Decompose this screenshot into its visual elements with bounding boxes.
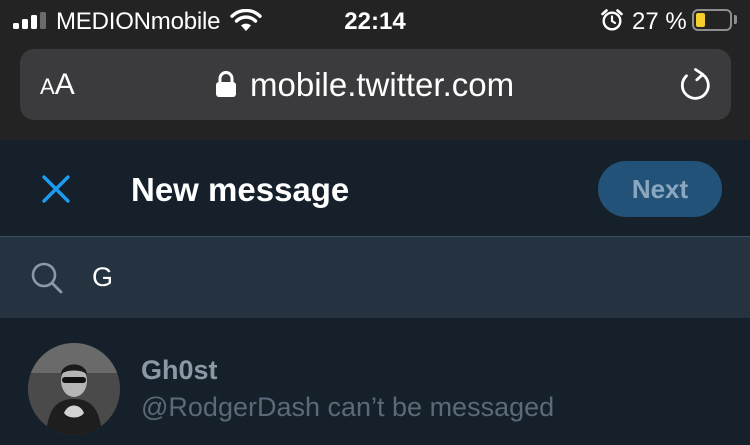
text-size-large-glyph: A: [54, 68, 75, 101]
list-item[interactable]: Gh0st @RodgerDash can’t be messaged: [0, 318, 750, 445]
status-bar: MEDIONmobile 22:14 27 %: [0, 0, 750, 42]
search-input[interactable]: [92, 257, 692, 297]
page-title: New message: [131, 171, 350, 208]
result-name: Gh0st: [141, 355, 218, 385]
people-search: [0, 236, 750, 318]
lock-icon: [216, 71, 236, 97]
search-icon: [31, 262, 63, 294]
new-message-header: New message Next: [0, 140, 750, 236]
reload-icon[interactable]: [678, 67, 714, 103]
result-status: @RodgerDash can’t be messaged: [141, 392, 555, 422]
battery-percent: 27 %: [632, 8, 687, 35]
battery-icon: [692, 9, 732, 31]
next-button[interactable]: Next: [598, 161, 722, 217]
browser-toolbar: AA mobile.twitter.com: [0, 42, 750, 140]
battery-level: [696, 13, 705, 27]
avatar-image: [28, 343, 120, 435]
close-icon[interactable]: [36, 169, 76, 209]
url-text[interactable]: mobile.twitter.com: [250, 66, 514, 104]
address-bar[interactable]: AA mobile.twitter.com: [20, 49, 731, 120]
avatar: [28, 343, 120, 435]
battery-cap: [734, 15, 737, 24]
alarm-icon: [601, 9, 623, 31]
text-size-button[interactable]: AA: [40, 68, 75, 104]
text-size-small-glyph: A: [40, 74, 55, 99]
